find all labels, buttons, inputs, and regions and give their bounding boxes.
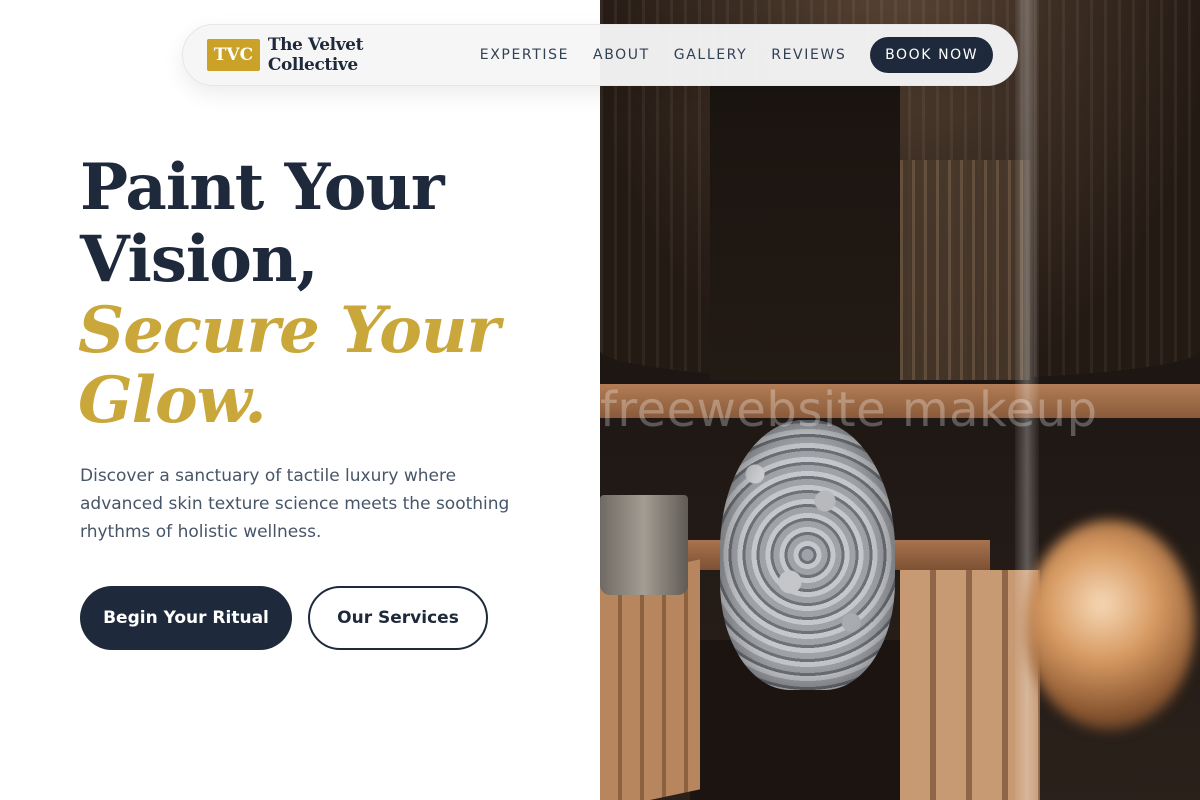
- sauna-side-wall: [900, 160, 1030, 380]
- book-now-button[interactable]: BOOK NOW: [870, 37, 993, 73]
- sauna-back-wall: [710, 80, 900, 380]
- sauna-left-bench: [600, 559, 700, 800]
- our-services-button[interactable]: Our Services: [308, 586, 488, 650]
- brand-logo-mark[interactable]: TVC: [207, 39, 260, 71]
- hero-title-line-1: Paint Your: [80, 150, 445, 225]
- hero-title: Paint Your Vision,: [80, 152, 580, 296]
- hero-accent-line-2: Glow.: [78, 363, 267, 438]
- hero-accent-line-1: Secure Your: [78, 293, 500, 368]
- nav-link-expertise[interactable]: EXPERTISE: [480, 47, 569, 63]
- hero-description: Discover a sanctuary of tactile luxury w…: [80, 466, 510, 542]
- nav-link-about[interactable]: ABOUT: [593, 47, 650, 63]
- nav-links: EXPERTISE ABOUT GALLERY REVIEWS: [480, 47, 871, 63]
- top-navbar: TVC The Velvet Collective EXPERTISE ABOU…: [182, 24, 1018, 86]
- hero-image-sauna: freewebsite makeup: [600, 0, 1200, 800]
- image-watermark: freewebsite makeup: [600, 382, 1098, 438]
- sauna-bucket: [600, 495, 688, 595]
- brand-name[interactable]: The Velvet Collective: [268, 35, 448, 75]
- sauna-stone-heater: [720, 420, 895, 690]
- nav-link-gallery[interactable]: GALLERY: [674, 47, 747, 63]
- hero-title-line-2: Vision,: [80, 222, 319, 297]
- begin-ritual-button[interactable]: Begin Your Ritual: [80, 586, 292, 650]
- hero-accent-title: Secure Your Glow.: [78, 296, 588, 436]
- door-handle: [1025, 520, 1195, 730]
- nav-link-reviews[interactable]: REVIEWS: [771, 47, 846, 63]
